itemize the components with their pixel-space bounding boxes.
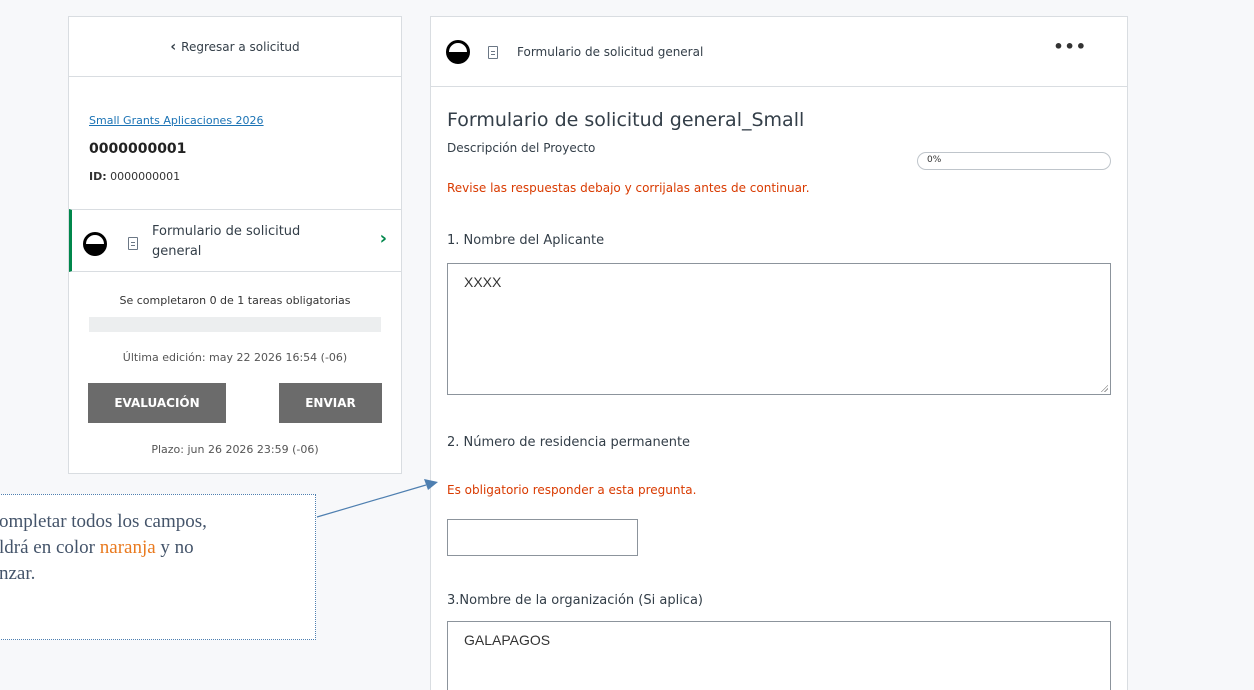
form-error-message: Revise las respuestas debajo y corrijala… [447,181,810,195]
document-icon [128,237,138,250]
annotation-line-2: ldrá en color naranja y no [0,535,315,561]
more-options-icon[interactable]: ••• [1053,37,1087,56]
form-progress-text: 0% [927,155,942,165]
annotation-callout: ompletar todos los campos, ldrá en color… [0,494,316,640]
id-value: 0000000001 [110,170,181,183]
applicant-name-textarea[interactable]: XXXX [447,263,1111,395]
evaluation-button[interactable]: EVALUACIÓN [88,383,226,423]
organization-name-value: GALAPAGOS [464,632,551,648]
id-label: ID: [89,170,107,183]
chevron-left-icon: ‹ [170,38,177,55]
application-id: ID: 0000000001 [89,170,180,183]
question-label-organization-name: 3.Nombre de la organización (Si aplica) [447,593,703,608]
half-complete-status-icon [83,232,107,256]
annotation-line-2-end: y no [155,537,194,558]
chevron-right-icon: › [379,228,387,249]
deadline-text: Plazo: jun 26 2026 23:59 (-06) [151,443,319,456]
form-title: Formulario de solicitud general_Small [447,109,805,131]
applicant-name-value: XXXX [464,274,502,290]
back-label: Regresar a solicitud [181,39,300,54]
annotation-line-3: nzar. [0,563,36,584]
document-icon [488,46,498,59]
annotation-line-1: ompletar todos los campos, [0,511,207,532]
question-label-applicant-name: 1. Nombre del Aplicante [447,233,605,248]
page: ‹ Regresar a solicitud Small Grants Apli… [0,0,1254,690]
sidebar-card: ‹ Regresar a solicitud Small Grants Apli… [68,16,402,474]
residence-number-input[interactable] [447,519,638,556]
form-progress-bar: 0% [917,152,1111,170]
sidebar-task-general-form[interactable]: Formulario de solicitud general › [69,209,401,272]
form-page-label: Descripción del Proyecto [447,141,596,155]
completed-tasks-text: Se completaron 0 de 1 tareas obligatoria… [119,294,351,307]
task-label: Formulario de solicitud general [152,224,301,259]
completed-tasks-progress-bar [89,317,381,332]
organization-name-textarea[interactable]: GALAPAGOS [447,621,1111,690]
annotation-line-2-start: ldrá en color [0,537,100,558]
send-button[interactable]: ENVIAR [279,383,382,423]
back-to-application-link[interactable]: ‹ Regresar a solicitud [69,17,401,77]
annotation-orange-word: naranja [99,537,156,558]
form-header-title: Formulario de solicitud general [517,45,704,59]
last-edited-text: Última edición: may 22 2026 16:54 (-06) [122,351,348,364]
resize-handle-icon[interactable] [1100,384,1108,392]
required-field-error: Es obligatorio responder a esta pregunta… [447,483,697,497]
program-link[interactable]: Small Grants Aplicaciones 2026 [89,114,264,127]
question-label-residence-number: 2. Número de residencia permanente [447,435,691,450]
half-complete-status-icon [446,40,470,64]
form-panel-header: Formulario de solicitud general ••• [431,17,1127,87]
form-panel: Formulario de solicitud general ••• Form… [430,16,1128,690]
application-number: 0000000001 [89,141,187,157]
